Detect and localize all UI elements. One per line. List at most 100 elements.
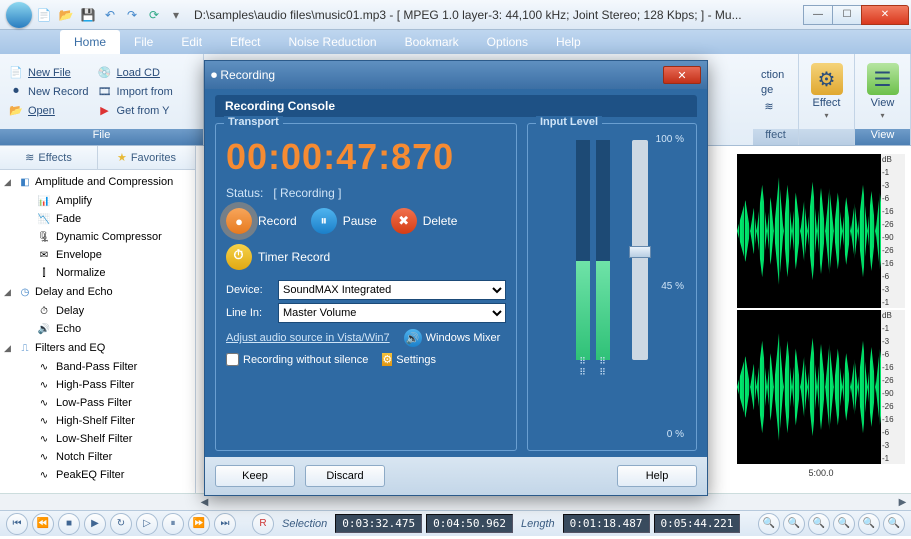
ribbon-open[interactable]: 📂Open [6, 102, 91, 120]
effects-tree: ◢◧Amplitude and Compression 📊Amplify 📉Fa… [0, 170, 195, 493]
dialog-close-button[interactable]: ✕ [663, 66, 701, 84]
discard-button[interactable]: Discard [305, 465, 385, 487]
windows-mixer-button[interactable]: 🔊Windows Mixer [404, 329, 501, 347]
app-orb-icon[interactable] [6, 2, 32, 28]
menu-bookmark[interactable]: Bookmark [391, 30, 473, 54]
tree-group-delay[interactable]: ◢◷Delay and Echo [0, 282, 195, 302]
keep-button[interactable]: Keep [215, 465, 295, 487]
zoom-out-button[interactable]: 🔍 [783, 513, 805, 535]
tree-echo[interactable]: 🔊Echo [0, 320, 195, 338]
tree-normalize[interactable]: ⫿Normalize [0, 264, 195, 282]
menu-edit[interactable]: Edit [167, 30, 216, 54]
scroll-right-icon[interactable]: ▶ [894, 497, 911, 508]
menu-noise-reduction[interactable]: Noise Reduction [275, 30, 391, 54]
record-action[interactable]: ●Record [226, 208, 297, 234]
effects-sidebar: ≋Effects ★Favorites ◢◧Amplitude and Comp… [0, 146, 196, 493]
play-button[interactable]: ▶ [84, 513, 106, 535]
tree-group-amplitude[interactable]: ◢◧Amplitude and Compression [0, 172, 195, 192]
goto-end-button[interactable]: ⏭ [214, 513, 236, 535]
status-value: [ Recording ] [273, 186, 341, 200]
ribbon-partial-3[interactable]: ≋ [759, 98, 786, 116]
device-select[interactable]: SoundMAX Integrated [278, 280, 506, 300]
ribbon-load-cd[interactable]: 💿Load CD [95, 64, 175, 82]
qat-dropdown-icon[interactable]: ▾ [168, 7, 184, 23]
sidebar-tab-effects[interactable]: ≋Effects [0, 146, 98, 169]
close-button[interactable]: ✕ [861, 5, 909, 25]
zoom-vertical-button[interactable]: 🔍 [858, 513, 880, 535]
tree-peakeq[interactable]: ∿PeakEQ Filter [0, 466, 195, 484]
tree-dynamic-compressor[interactable]: 🗜Dynamic Compressor [0, 228, 195, 246]
timer-record-action[interactable]: ⏱Timer Record [226, 244, 330, 270]
ribbon-view-button[interactable]: ☰ View▾ [861, 56, 904, 127]
zoom-selection-button[interactable]: 🔍 [808, 513, 830, 535]
menu-strip: Home File Edit Effect Noise Reduction Bo… [0, 30, 911, 54]
zoom-reset-button[interactable]: 🔍 [883, 513, 905, 535]
menu-options[interactable]: Options [473, 30, 542, 54]
tree-delay[interactable]: ⏱Delay [0, 302, 195, 320]
zoom-in-button[interactable]: 🔍 [758, 513, 780, 535]
ribbon-new-record[interactable]: ⏺New Record [6, 83, 91, 101]
tree-lowpass[interactable]: ∿Low-Pass Filter [0, 394, 195, 412]
ribbon-group-view: ☰ View▾ View [855, 54, 911, 145]
input-volume-slider[interactable] [632, 140, 648, 360]
linein-label: Line In: [226, 307, 272, 319]
tree-notch[interactable]: ∿Notch Filter [0, 448, 195, 466]
forward-button[interactable]: ⏩ [188, 513, 210, 535]
qat-save-icon[interactable]: 💾 [80, 7, 96, 23]
delete-action[interactable]: ✖Delete [391, 208, 458, 234]
adjust-source-link[interactable]: Adjust audio source in Vista/Win7 [226, 332, 390, 344]
peakeq-icon: ∿ [36, 467, 52, 483]
pct-100: 100 % [656, 134, 684, 145]
linein-select[interactable]: Master Volume [278, 303, 506, 323]
menu-file[interactable]: File [120, 30, 167, 54]
tree-lowshelf[interactable]: ∿Low-Shelf Filter [0, 430, 195, 448]
ribbon-partial-1[interactable]: ction [759, 68, 786, 82]
sidebar-tab-favorites[interactable]: ★Favorites [98, 146, 195, 169]
qat-redo-icon[interactable]: ↷ [124, 7, 140, 23]
maximize-button[interactable]: ☐ [832, 5, 862, 25]
tree-envelope[interactable]: ✉Envelope [0, 246, 195, 264]
pct-45: 45 % [661, 281, 684, 292]
help-button[interactable]: Help [617, 465, 697, 487]
stop-button[interactable]: ■ [58, 513, 80, 535]
menu-help[interactable]: Help [542, 30, 595, 54]
ribbon-effect-button[interactable]: ⚙ Effect▾ [805, 56, 848, 127]
slider-thumb[interactable] [629, 246, 651, 258]
tree-amplify[interactable]: 📊Amplify [0, 192, 195, 210]
silence-checkbox[interactable]: Recording without silence [226, 353, 368, 366]
settings-button[interactable]: ⚙Settings [382, 353, 436, 366]
qat-refresh-icon[interactable]: ⟳ [146, 7, 162, 23]
ribbon-get-youtube[interactable]: ▶Get from Y [95, 102, 175, 120]
scroll-left-icon[interactable]: ◀ [196, 497, 213, 508]
dialog-titlebar[interactable]: ⏺ Recording ✕ [205, 61, 707, 89]
ribbon-partial-2[interactable]: ge [759, 83, 786, 97]
tree-fade[interactable]: 📉Fade [0, 210, 195, 228]
pause-action[interactable]: ⏸Pause [311, 208, 377, 234]
qat-new-icon[interactable]: 📄 [36, 7, 52, 23]
new-file-icon: 📄 [8, 65, 24, 81]
record-button[interactable]: R [252, 513, 274, 535]
ribbon-import[interactable]: 🎞Import from [95, 83, 175, 101]
goto-start-button[interactable]: ⏮ [6, 513, 28, 535]
zoom-full-button[interactable]: 🔍 [833, 513, 855, 535]
import-icon: 🎞 [97, 84, 113, 100]
ribbon-new-file[interactable]: 📄New File [6, 64, 91, 82]
bandpass-icon: ∿ [36, 359, 52, 375]
menu-effect[interactable]: Effect [216, 30, 274, 54]
minimize-button[interactable]: — [803, 5, 833, 25]
play-loop-button[interactable]: ↻ [110, 513, 132, 535]
pause-button[interactable]: ⏸ [162, 513, 184, 535]
rewind-button[interactable]: ⏪ [32, 513, 54, 535]
total-length: 0:05:44.221 [654, 514, 741, 533]
menu-home[interactable]: Home [60, 30, 120, 54]
level-meter-right: ⠿ ⠿ [596, 140, 610, 360]
tree-highshelf[interactable]: ∿High-Shelf Filter [0, 412, 195, 430]
qat-open-icon[interactable]: 📂 [58, 7, 74, 23]
tree-bandpass[interactable]: ∿Band-Pass Filter [0, 358, 195, 376]
qat-undo-icon[interactable]: ↶ [102, 7, 118, 23]
tree-highpass[interactable]: ∿High-Pass Filter [0, 376, 195, 394]
transport-legend: Transport [224, 116, 283, 128]
silence-checkbox-input[interactable] [226, 353, 239, 366]
tree-group-filters[interactable]: ◢⎍Filters and EQ [0, 338, 195, 358]
play-selection-button[interactable]: ▷ [136, 513, 158, 535]
